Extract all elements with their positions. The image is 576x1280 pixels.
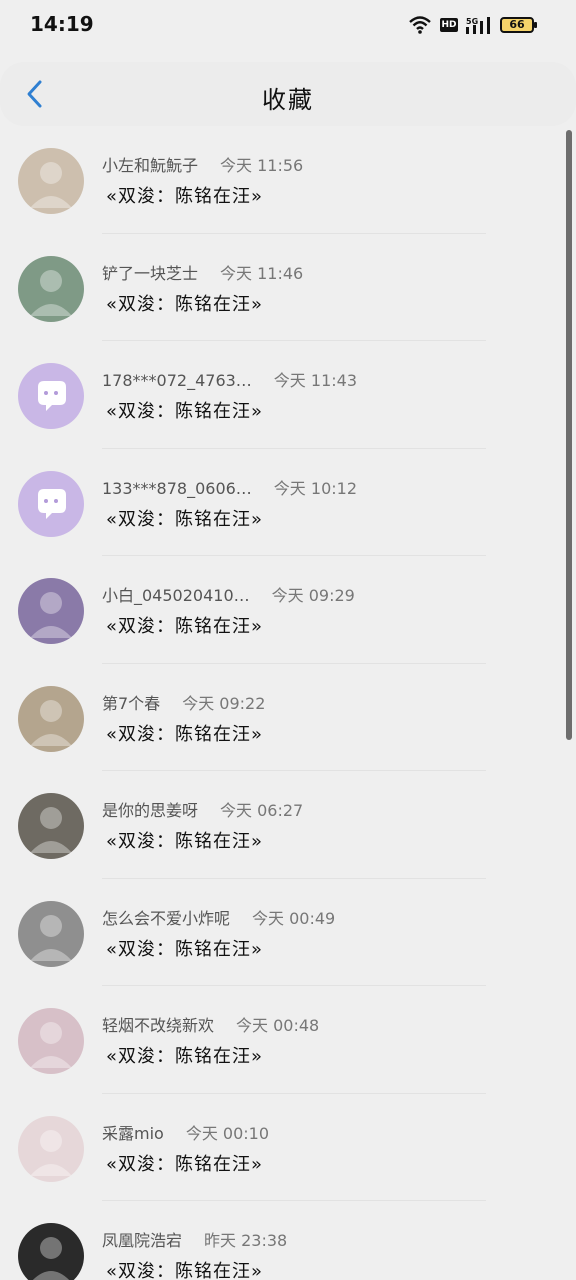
item-time: 今天 11:56: [220, 156, 304, 175]
list-item[interactable]: 凤凰院浩宕 昨天 23:38 «双浚：陈铭在汪»: [0, 1201, 566, 1280]
avatar[interactable]: [18, 1008, 84, 1074]
page-title: 收藏: [262, 86, 314, 114]
item-message: «双浚：陈铭在汪»: [106, 293, 264, 315]
network-label: 5G: [466, 17, 478, 26]
item-time: 今天 10:12: [273, 478, 357, 498]
item-name: 采露mio: [102, 1123, 164, 1143]
avatar[interactable]: [18, 148, 84, 214]
avatar[interactable]: [18, 900, 84, 967]
item-time: 今天 11:43: [273, 371, 357, 390]
chat-bubble-icon: [38, 488, 66, 519]
item-message: «双浚：陈铭在汪»: [106, 1153, 264, 1175]
hd-icon: HD: [440, 18, 458, 32]
battery-icon: 66: [500, 17, 537, 33]
item-header: 采露mio 今天 00:10: [102, 1120, 269, 1144]
item-time: 今天 06:27: [220, 801, 304, 820]
item-name: 铲了一块芝士: [102, 263, 199, 283]
list-item[interactable]: 178***072_4763… 今天 11:43 «双浚：陈铭在汪»: [0, 341, 566, 449]
avatar[interactable]: [18, 470, 84, 537]
avatar[interactable]: [18, 685, 84, 752]
item-header: 小左和魭魭子 今天 11:56: [102, 152, 303, 176]
person-silhouette-icon: [30, 914, 72, 961]
item-header: 133***878_0606… 今天 10:12: [102, 475, 357, 499]
list-item[interactable]: 轻烟不改绕新欢 今天 00:48 «双浚：陈铭在汪»: [0, 986, 566, 1094]
person-silhouette-icon: [30, 699, 72, 746]
avatar[interactable]: [18, 793, 84, 859]
person-silhouette-icon: [30, 269, 72, 316]
item-message: «双浚：陈铭在汪»: [106, 723, 264, 745]
person-silhouette-icon: [32, 1237, 70, 1280]
item-header: 铲了一块芝士 今天 11:46: [102, 260, 303, 284]
item-message: «双浚：陈铭在汪»: [106, 938, 264, 960]
avatar[interactable]: [18, 578, 84, 644]
list-item[interactable]: 怎么会不爱小炸呢 今天 00:49 «双浚：陈铭在汪»: [0, 879, 566, 986]
status-time: 14:19: [30, 12, 94, 36]
status-icons: HD 5G 66: [408, 14, 537, 36]
item-name: 小左和魭魭子: [102, 156, 199, 175]
item-name: 轻烟不改绕新欢: [102, 1016, 215, 1035]
signal-icon: 5G: [466, 17, 490, 34]
item-name: 第7个春: [102, 693, 161, 713]
item-message: «双浚：陈铭在汪»: [106, 186, 264, 207]
item-time: 今天 00:10: [185, 1123, 270, 1143]
item-time: 今天 00:49: [252, 908, 336, 928]
item-header: 小白_045020410… 今天 09:29: [102, 582, 355, 606]
item-header: 轻烟不改绕新欢 今天 00:48: [102, 1012, 319, 1036]
favorites-list: 小左和魭魭子 今天 11:56 «双浚：陈铭在汪» 铲了一块芝士 今天 11:46 «双浚…: [0, 126, 566, 1280]
item-header: 是你的思姜呀 今天 06:27: [102, 797, 303, 821]
header: 收藏: [0, 62, 576, 126]
item-time: 昨天 23:38: [204, 1231, 288, 1250]
person-silhouette-icon: [30, 807, 72, 853]
list-item[interactable]: 133***878_0606… 今天 10:12 «双浚：陈铭在汪»: [0, 449, 566, 556]
avatar[interactable]: [18, 1223, 84, 1280]
person-silhouette-icon: [30, 592, 72, 638]
list-item[interactable]: 第7个春 今天 09:22 «双浚：陈铭在汪»: [0, 664, 566, 771]
avatar[interactable]: [18, 1115, 84, 1182]
list-item[interactable]: 小左和魭魭子 今天 11:56 «双浚：陈铭在汪»: [0, 126, 566, 234]
item-header: 怎么会不爱小炸呢 今天 00:49: [102, 905, 335, 929]
list-item[interactable]: 是你的思姜呀 今天 06:27 «双浚：陈铭在汪»: [0, 771, 566, 879]
item-time: 今天 11:46: [220, 263, 304, 283]
item-header: 凤凰院浩宕 昨天 23:38: [102, 1227, 287, 1251]
item-name: 凤凰院浩宕: [102, 1231, 183, 1250]
item-time: 今天 09:22: [182, 693, 266, 713]
item-message: «双浚：陈铭在汪»: [106, 508, 264, 530]
item-time: 今天 09:29: [271, 586, 355, 605]
person-silhouette-icon: [30, 162, 72, 208]
chat-bubble-icon: [38, 381, 66, 411]
person-silhouette-icon: [30, 1129, 72, 1176]
item-header: 第7个春 今天 09:22: [102, 690, 265, 714]
avatar[interactable]: [18, 363, 84, 429]
scrollbar[interactable]: [566, 130, 572, 740]
item-message: «双浚：陈铭在汪»: [106, 831, 264, 852]
avatar[interactable]: [18, 255, 84, 322]
item-header: 178***072_4763… 今天 11:43: [102, 367, 357, 391]
item-message: «双浚：陈铭在汪»: [106, 1046, 264, 1067]
item-time: 今天 00:48: [236, 1016, 320, 1035]
list-item[interactable]: 采露mio 今天 00:10 «双浚：陈铭在汪»: [0, 1094, 566, 1201]
list-item[interactable]: 铲了一块芝士 今天 11:46 «双浚：陈铭在汪»: [0, 234, 566, 341]
item-name: 是你的思姜呀: [102, 801, 199, 820]
item-message: «双浚：陈铭在汪»: [106, 1261, 264, 1280]
person-silhouette-icon: [30, 1022, 72, 1068]
item-name: 小白_045020410…: [102, 586, 250, 605]
item-name: 怎么会不爱小炸呢: [102, 908, 231, 928]
item-message: «双浚：陈铭在汪»: [106, 401, 264, 422]
item-message: «双浚：陈铭在汪»: [106, 616, 264, 637]
list-item[interactable]: 小白_045020410… 今天 09:29 «双浚：陈铭在汪»: [0, 556, 566, 664]
status-bar: 14:19 HD 5G 66: [0, 0, 576, 50]
item-name: 178***072_4763…: [102, 371, 252, 390]
wifi-icon: [409, 16, 431, 34]
item-name: 133***878_0606…: [102, 478, 252, 498]
